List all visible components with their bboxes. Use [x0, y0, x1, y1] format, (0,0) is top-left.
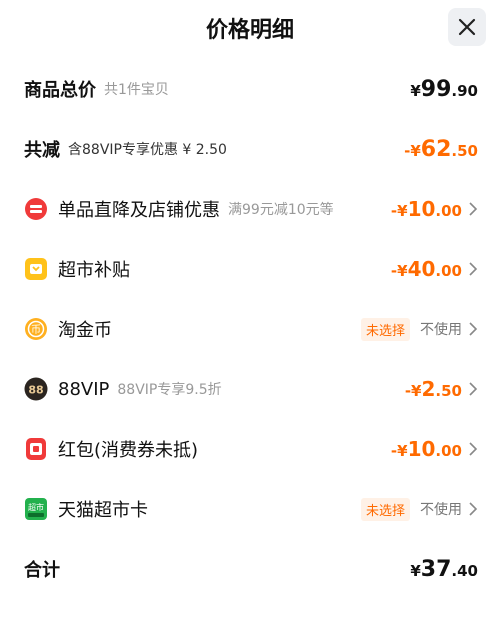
tmall-card-icon: 超市: [24, 497, 48, 521]
close-icon: [458, 18, 476, 36]
discount-item-amount: -¥10.00: [390, 197, 462, 221]
reduction-price: -¥62.50: [404, 136, 478, 162]
discount-item-amount: -¥2.50: [404, 377, 462, 401]
header: 价格明细: [0, 0, 500, 58]
svg-text:超市: 超市: [28, 502, 44, 512]
chevron-right-icon: [469, 442, 478, 456]
svg-text:币: 币: [31, 324, 41, 336]
red-packet-icon: [24, 437, 48, 461]
grand-total-row: 合计 ¥37.40: [0, 549, 500, 589]
discount-item-label: 天猫超市卡: [58, 500, 148, 521]
chevron-right-icon: [469, 262, 478, 276]
close-button[interactable]: [448, 8, 486, 46]
discount-item-store[interactable]: 单品直降及店铺优惠 满99元减10元等 -¥10.00: [0, 189, 500, 229]
discount-item-amount: -¥10.00: [390, 437, 462, 461]
grand-total-label: 合计: [24, 560, 60, 581]
discount-item-tmall-card[interactable]: 超市 天猫超市卡 未选择 不使用: [0, 489, 500, 529]
total-goods-count: 共1件宝贝: [104, 82, 169, 98]
chevron-right-icon: [469, 502, 478, 516]
discount-item-note: 满99元减10元等: [228, 202, 334, 218]
discount-item-label: 超市补贴: [58, 260, 130, 281]
unselected-badge: 未选择: [360, 317, 410, 341]
page-title: 价格明细: [205, 18, 294, 43]
unselected-badge: 未选择: [360, 497, 410, 521]
chevron-right-icon: [469, 382, 478, 396]
reduction-label: 共减: [24, 140, 60, 161]
discount-item-label: 88VIP: [58, 378, 110, 400]
chevron-right-icon: [469, 322, 478, 336]
discount-item-label: 红包(消费券未抵): [58, 440, 199, 461]
total-goods-price: ¥99.90: [410, 76, 478, 102]
not-used-status: 不使用: [420, 322, 462, 338]
svg-text:88: 88: [28, 384, 43, 397]
supermarket-subsidy-icon: [24, 257, 48, 281]
discount-item-red-packet[interactable]: 红包(消费券未抵) -¥10.00: [0, 429, 500, 469]
reduction-row: 共减 含88VIP专享优惠 ¥ 2.50 -¥62.50: [0, 129, 500, 169]
88vip-icon: 88: [24, 377, 48, 401]
discount-item-amount: -¥40.00: [390, 257, 462, 281]
discount-item-label: 淘金币: [58, 320, 112, 341]
discount-item-supermarket[interactable]: 超市补贴 -¥40.00: [0, 249, 500, 289]
total-goods-label: 商品总价: [24, 80, 96, 101]
reduction-note: 含88VIP专享优惠 ¥ 2.50: [68, 142, 227, 158]
discount-item-88vip[interactable]: 88 88VIP 88VIP专享9.5折 -¥2.50: [0, 369, 500, 409]
store-discount-icon: [24, 197, 48, 221]
discount-item-label: 单品直降及店铺优惠: [58, 200, 220, 221]
taojinbi-coin-icon: 币: [24, 317, 48, 341]
grand-total-price: ¥37.40: [410, 556, 478, 582]
discount-item-taojinbi[interactable]: 币 淘金币 未选择 不使用: [0, 309, 500, 349]
total-goods-row: 商品总价 共1件宝贝 ¥99.90: [0, 69, 500, 109]
not-used-status: 不使用: [420, 502, 462, 518]
chevron-right-icon: [469, 202, 478, 216]
discount-item-note: 88VIP专享9.5折: [117, 382, 222, 398]
